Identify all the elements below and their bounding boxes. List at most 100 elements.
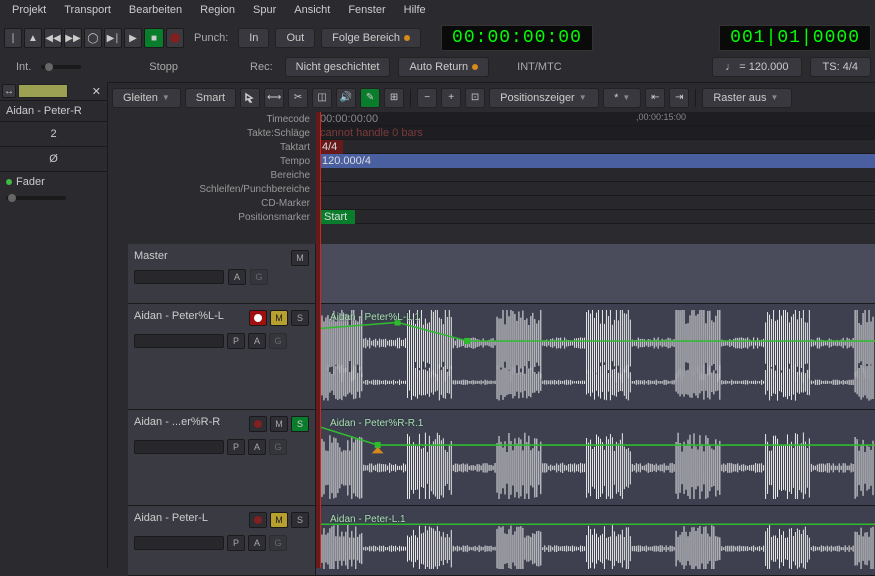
- playlist-button[interactable]: P: [227, 439, 245, 455]
- forward-button[interactable]: ▶▶: [64, 28, 82, 48]
- track-name[interactable]: Aidan - Peter%L-L: [134, 310, 246, 322]
- audio-region[interactable]: Aidan - Peter%L-L.1: [318, 310, 875, 403]
- secondary-clock[interactable]: 001|01|0000: [719, 25, 871, 51]
- beats-ruler[interactable]: cannot handle 0 bars: [316, 126, 875, 140]
- start-marker[interactable]: Start: [316, 210, 355, 224]
- group-button[interactable]: G: [269, 535, 287, 551]
- playhead[interactable]: [320, 112, 321, 568]
- loop-button[interactable]: ◯: [84, 28, 102, 48]
- sync-source[interactable]: INT/MTC: [513, 61, 566, 73]
- close-strip-button[interactable]: ✕: [88, 85, 105, 98]
- tempo-ruler[interactable]: 120.000/4: [316, 154, 875, 168]
- solo-button[interactable]: S: [291, 512, 309, 528]
- menu-projekt[interactable]: Projekt: [4, 2, 54, 18]
- group-button[interactable]: G: [269, 439, 287, 455]
- goto-end-button[interactable]: ▶∣: [104, 28, 122, 48]
- edit-mode-select[interactable]: Gleiten ▼: [112, 88, 181, 108]
- zoom-fit-button[interactable]: ⊡: [465, 88, 485, 108]
- strip-value[interactable]: 2: [0, 122, 107, 147]
- strip-name[interactable]: Aidan - Peter-R: [0, 101, 107, 122]
- master-lane[interactable]: [316, 244, 875, 303]
- master-mute-button[interactable]: M: [291, 250, 309, 266]
- punch-in-button[interactable]: In: [238, 28, 269, 48]
- menu-fenster[interactable]: Fenster: [340, 2, 393, 18]
- punch-out-button[interactable]: Out: [275, 28, 315, 48]
- menu-ansicht[interactable]: Ansicht: [286, 2, 338, 18]
- automation-button[interactable]: A: [248, 439, 266, 455]
- mute-button[interactable]: M: [270, 416, 288, 432]
- track-header[interactable]: Aidan - ...er%R-R M S P A G: [128, 410, 316, 505]
- rec-enable-button[interactable]: [249, 416, 267, 432]
- zoom-in-button[interactable]: +: [441, 88, 461, 108]
- solo-button[interactable]: S: [291, 416, 309, 432]
- fader-slider[interactable]: [6, 196, 66, 200]
- metronome-button[interactable]: ▲: [24, 28, 42, 48]
- ranges-ruler[interactable]: [316, 168, 875, 182]
- track-lane[interactable]: Aidan - Peter-L.1: [316, 506, 875, 575]
- fader-processor[interactable]: Fader: [0, 172, 107, 192]
- automation-button[interactable]: A: [248, 333, 266, 349]
- track-fader[interactable]: [134, 536, 224, 550]
- group-button[interactable]: G: [269, 333, 287, 349]
- master-group-button[interactable]: G: [250, 269, 268, 285]
- strip-color-swatch[interactable]: [18, 84, 68, 98]
- track-header[interactable]: Aidan - Peter%L-L M S P A G: [128, 304, 316, 409]
- object-tool[interactable]: [240, 88, 260, 108]
- edit-point-select[interactable]: Positionszeiger ▼: [489, 88, 599, 108]
- mute-button[interactable]: M: [270, 310, 288, 326]
- goto-start-button[interactable]: ∣: [4, 28, 22, 48]
- audition-tool[interactable]: 🔊: [336, 88, 356, 108]
- track-name[interactable]: Aidan - Peter-L: [134, 512, 246, 524]
- auto-return-button[interactable]: Auto Return: [398, 57, 489, 77]
- menu-transport[interactable]: Transport: [56, 2, 119, 18]
- solo-button[interactable]: S: [291, 310, 309, 326]
- snap-mode-select[interactable]: Raster aus ▼: [702, 88, 792, 108]
- tempo-display[interactable]: ♩ = 120.000: [712, 57, 801, 77]
- markers-ruler[interactable]: Start: [316, 210, 875, 224]
- rec-enable-button[interactable]: [249, 512, 267, 528]
- track-header[interactable]: Aidan - Peter-L M S P A G: [128, 506, 316, 575]
- stretch-tool[interactable]: ◫: [312, 88, 332, 108]
- mouse-mode-select[interactable]: Smart: [185, 88, 236, 108]
- content-tool[interactable]: ⊞: [384, 88, 404, 108]
- rewind-button[interactable]: ◀◀: [44, 28, 62, 48]
- master-automation-button[interactable]: A: [228, 269, 246, 285]
- cd-ruler[interactable]: [316, 196, 875, 210]
- draw-tool[interactable]: ✎: [360, 88, 380, 108]
- audio-region[interactable]: Aidan - Peter%R-R.1: [318, 416, 875, 499]
- cut-tool[interactable]: ✂: [288, 88, 308, 108]
- zoom-out-button[interactable]: −: [417, 88, 437, 108]
- automation-button[interactable]: A: [248, 535, 266, 551]
- menu-bearbeiten[interactable]: Bearbeiten: [121, 2, 190, 18]
- primary-clock[interactable]: 00:00:00:00: [441, 25, 593, 51]
- playlist-button[interactable]: P: [227, 535, 245, 551]
- track-lane[interactable]: Aidan - Peter%L-L.1: [316, 304, 875, 409]
- track-name[interactable]: Aidan - ...er%R-R: [134, 416, 246, 428]
- menu-region[interactable]: Region: [192, 2, 243, 18]
- stop-button[interactable]: ■: [144, 28, 164, 48]
- nudge-back-button[interactable]: ⇤: [645, 88, 665, 108]
- playlist-button[interactable]: P: [227, 333, 245, 349]
- timecode-ruler[interactable]: 00:00:00:00,00:00:15:00: [316, 112, 875, 126]
- master-header[interactable]: Master M A G: [128, 244, 316, 303]
- fade-handle-icon[interactable]: [372, 447, 384, 453]
- rec-enable-button[interactable]: [249, 310, 267, 326]
- timesig-display[interactable]: TS: 4/4: [810, 57, 871, 77]
- menu-hilfe[interactable]: Hilfe: [396, 2, 434, 18]
- menu-spur[interactable]: Spur: [245, 2, 284, 18]
- rec-mode-select[interactable]: Nicht geschichtet: [285, 57, 391, 77]
- record-button[interactable]: [166, 28, 184, 48]
- follow-range-button[interactable]: Folge Bereich: [321, 28, 421, 48]
- nudge-filter[interactable]: * ▼: [603, 88, 641, 108]
- track-fader[interactable]: [134, 334, 224, 348]
- mute-button[interactable]: M: [270, 512, 288, 528]
- nudge-fwd-button[interactable]: ⇥: [669, 88, 689, 108]
- track-lane[interactable]: Aidan - Peter%R-R.1: [316, 410, 875, 505]
- master-fader[interactable]: [134, 270, 224, 284]
- sidebar-arrows-icon[interactable]: ↔: [2, 84, 16, 98]
- shuttle-slider[interactable]: [41, 65, 81, 69]
- audio-region[interactable]: Aidan - Peter-L.1: [318, 512, 875, 569]
- loops-ruler[interactable]: [316, 182, 875, 196]
- range-tool[interactable]: ⟷: [264, 88, 284, 108]
- track-fader[interactable]: [134, 440, 224, 454]
